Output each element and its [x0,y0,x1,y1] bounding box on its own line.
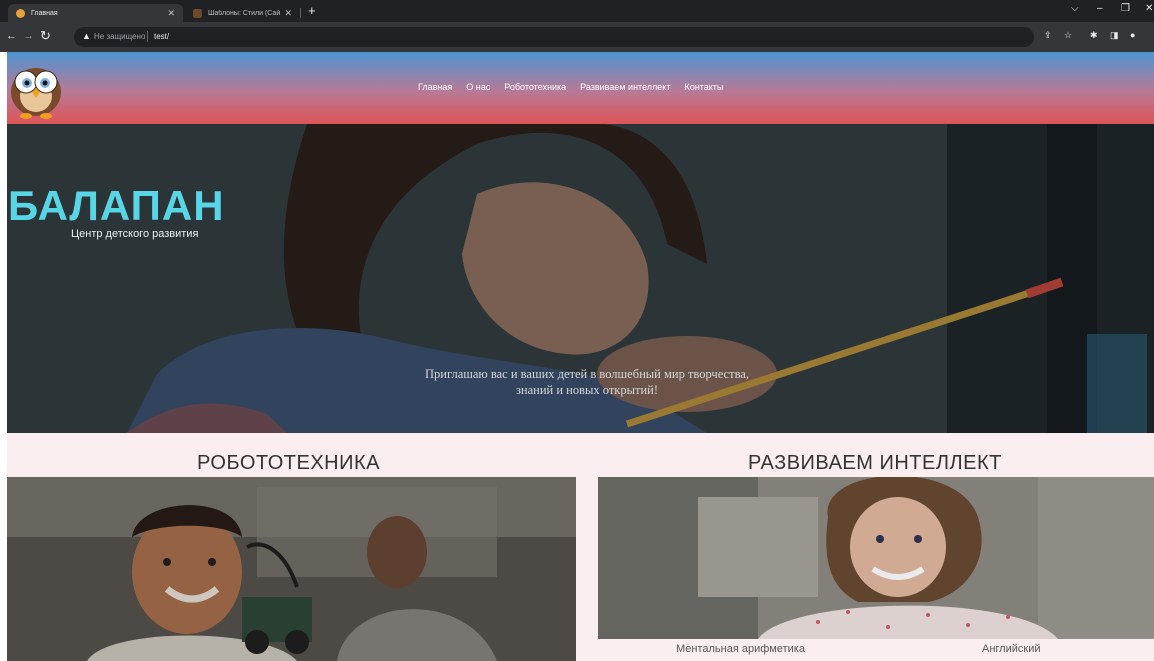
hero-tagline-line-2: знаний и новых открытий! [515,383,659,397]
tab-title: Главная [31,9,58,17]
owl-favicon-icon [16,8,25,18]
url-text[interactable]: test/ [154,32,169,41]
nav-home[interactable]: Главная [418,82,452,92]
bookmark-star-icon[interactable]: ☆ [1064,30,1072,41]
forward-arrow-icon[interactable]: → [23,30,34,42]
intellect-section-title: РАЗВИВАЕМ ИНТЕЛЛЕКТ [748,452,1002,474]
new-tab-button[interactable]: + [308,3,316,18]
sections-area: РОБОТОТЕХНИКА РАЗВИВАЕМ ИНТЕЛЛЕКТ Ментал… [7,433,1154,661]
hero-subtitle: Центр детского развития [71,228,199,240]
english-label[interactable]: Английский [982,643,1041,655]
tab-search-icon[interactable]: ⌵ [1071,3,1079,14]
main-nav: Главная О нас Робототехника Развиваем ин… [418,82,737,92]
address-bar[interactable]: ▲ Не защищено test/ [74,27,1034,47]
page-favicon-icon [193,8,202,18]
intellect-card-image[interactable] [598,477,1154,639]
profile-icon[interactable]: ● [1130,30,1135,40]
tab-home[interactable]: Главная ✕ [8,4,183,22]
owl-logo-icon[interactable] [9,58,63,120]
hero-title: БАЛАПАН [8,182,225,229]
close-window-button[interactable]: ✕ [1145,3,1153,14]
browser-tab-bar: Главная ✕ Шаблоны: Стили (Сайт) - Центр … [0,0,1154,22]
tab-title: Шаблоны: Стили (Сайт) - Центр [208,9,281,17]
side-panel-icon[interactable]: ◨ [1110,30,1119,41]
hero-banner: БАЛАПАН Центр детского развития Приглаша… [7,124,1154,433]
nav-contacts[interactable]: Контакты [684,82,723,92]
hero-tagline-line-1: Приглашаю вас и ваших детей в волшебный … [425,367,749,381]
mental-arithmetic-label[interactable]: Ментальная арифметика [676,643,805,655]
extensions-icon[interactable]: ✱ [1090,30,1098,41]
robotics-card-image[interactable] [7,477,576,661]
tab-templates[interactable]: Шаблоны: Стили (Сайт) - Центр ✕ [185,4,300,22]
site-header: Главная О нас Робототехника Развиваем ин… [7,52,1154,124]
hero-tagline: Приглашаю вас и ваших детей в волшебный … [357,366,817,398]
back-arrow-icon[interactable]: ← [6,30,17,42]
maximize-button[interactable]: ❐ [1121,3,1130,14]
warning-icon: ▲ [82,31,91,41]
close-tab-icon[interactable]: ✕ [284,8,292,19]
browser-toolbar: ← → ↻ ▲ Не защищено test/ ⇪ ☆ ✱ ◨ ● [0,22,1154,52]
reload-icon[interactable]: ↻ [40,28,51,44]
close-tab-icon[interactable]: ✕ [167,8,175,19]
nav-about[interactable]: О нас [466,82,490,92]
nav-robotics[interactable]: Робототехника [504,82,566,92]
minimize-button[interactable]: – [1097,3,1103,14]
divider [147,31,148,42]
share-icon[interactable]: ⇪ [1044,30,1052,41]
tab-separator [300,8,301,18]
nav-intellect[interactable]: Развиваем интеллект [580,82,670,92]
robotics-section-title: РОБОТОТЕХНИКА [197,452,380,474]
security-label[interactable]: Не защищено [94,32,145,41]
